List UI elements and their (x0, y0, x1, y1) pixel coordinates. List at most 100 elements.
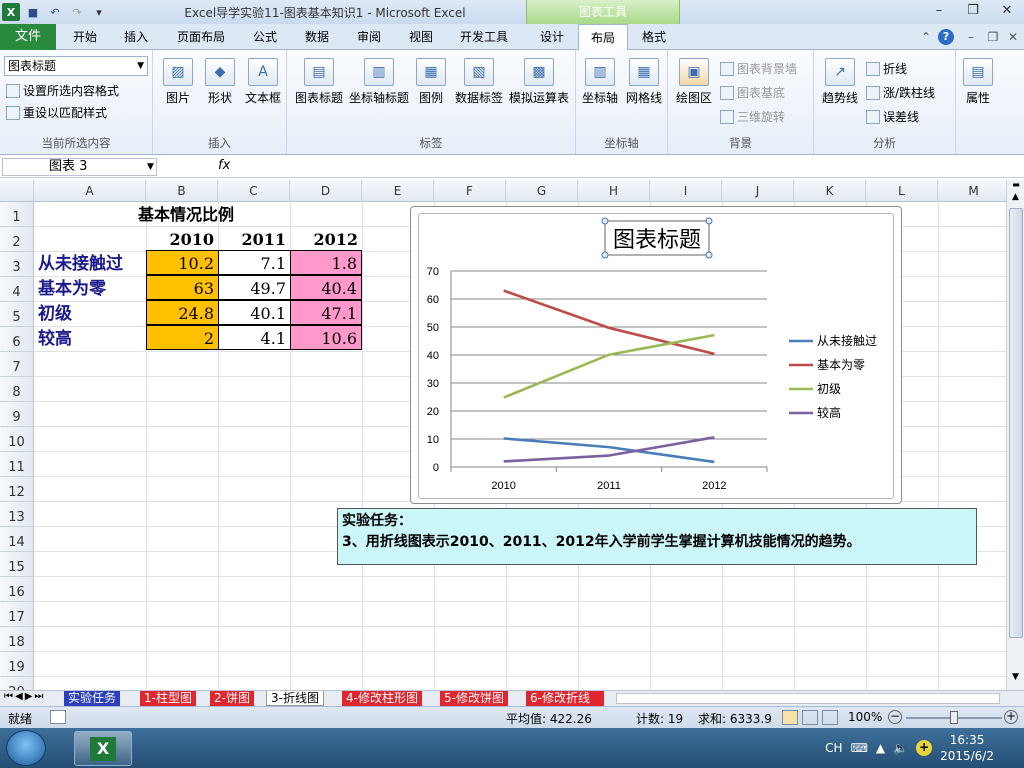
data-cell[interactable]: 63 (146, 275, 219, 300)
column-header[interactable]: F (434, 180, 506, 202)
row-header[interactable]: 10 (0, 427, 34, 452)
row-header[interactable]: 2 (0, 227, 34, 252)
sheet-tab[interactable]: 实验任务 (64, 691, 121, 706)
scroll-thumb[interactable] (1009, 208, 1023, 638)
lines-button[interactable]: 折线 (866, 60, 907, 77)
sheet-tab[interactable]: 6-修改折线 (526, 691, 604, 706)
column-header[interactable]: B (146, 180, 218, 202)
minimize-wb-icon[interactable]: – (962, 24, 980, 50)
column-header[interactable]: C (218, 180, 290, 202)
volume-icon[interactable]: 🔈 (893, 741, 908, 755)
column-header[interactable]: E (362, 180, 434, 202)
data-cell[interactable]: 24.8 (146, 300, 219, 325)
close-wb-icon[interactable]: ✕ (1004, 24, 1022, 50)
normal-view-icon[interactable] (782, 710, 798, 725)
chart-floor-button[interactable]: 图表基底 (720, 84, 785, 101)
chart-title-button[interactable]: ▤ 图表标题 (293, 58, 345, 106)
3d-rotation-button[interactable]: 三维旋转 (720, 108, 785, 125)
network-icon[interactable]: + (916, 740, 933, 756)
table-title[interactable]: 基本情况比例 (138, 202, 288, 227)
year-header[interactable]: 2011 (218, 227, 290, 252)
properties-button[interactable]: ▤ 属性 (960, 58, 996, 106)
tab-formulas[interactable]: 公式 (240, 24, 290, 50)
year-header[interactable]: 2010 (146, 227, 218, 252)
row-header[interactable]: 19 (0, 652, 34, 677)
insert-picture-button[interactable]: ▨ 图片 (161, 58, 195, 106)
chart-wall-button[interactable]: 图表背景墙 (720, 60, 797, 77)
sheet-tab[interactable]: 4-修改柱形图 (342, 691, 422, 706)
scroll-up-icon[interactable]: ▲ (1008, 192, 1023, 206)
row-header[interactable]: 8 (0, 377, 34, 402)
year-header[interactable]: 2012 (290, 227, 362, 252)
tab-format[interactable]: 格式 (632, 24, 676, 50)
sheet-tab[interactable]: 1-柱型图 (140, 691, 196, 706)
row-header[interactable]: 17 (0, 602, 34, 627)
sheet-tab[interactable]: 2-饼图 (210, 691, 254, 706)
clock[interactable]: 16:35 2015/6/2 (940, 732, 994, 764)
row-label[interactable]: 较高 (38, 327, 148, 352)
axes-button[interactable]: ▥ 坐标轴 (580, 58, 620, 106)
collapse-ribbon-icon[interactable]: ⌃ (918, 24, 934, 50)
column-header[interactable]: L (866, 180, 938, 202)
row-header[interactable]: 4 (0, 277, 34, 302)
row-header[interactable]: 7 (0, 352, 34, 377)
line-chart[interactable]: 0 10 20 30 40 50 60 70 2010 2011 2012 从未接触过 基本为零 初级 较高… (410, 206, 902, 504)
plot-area-button[interactable]: ▣ 绘图区 (672, 58, 716, 106)
tab-insert[interactable]: 插入 (112, 24, 160, 50)
customize-qat-icon[interactable]: ▾ (90, 3, 108, 21)
updown-bars-button[interactable]: 涨/跌柱线 (866, 84, 935, 101)
zoom-level[interactable]: 100% (848, 710, 882, 724)
data-cell[interactable]: 7.1 (218, 250, 291, 275)
row-label[interactable]: 基本为零 (38, 277, 148, 302)
page-layout-view-icon[interactable] (802, 710, 818, 725)
row-label[interactable]: 初级 (38, 302, 148, 327)
help-icon[interactable]: ? (938, 29, 954, 45)
tab-layout[interactable]: 布局 (578, 24, 628, 51)
zoom-in-icon[interactable]: + (1004, 710, 1018, 724)
insert-function-icon[interactable]: fx (218, 158, 230, 173)
horizontal-scrollbar[interactable] (616, 693, 1000, 704)
format-selection-button[interactable]: 设置所选内容格式 (6, 82, 119, 99)
insert-textbox-button[interactable]: A 文本框 (243, 58, 283, 106)
macro-record-icon[interactable] (50, 710, 66, 724)
zoom-out-icon[interactable]: − (888, 710, 902, 724)
data-cell[interactable]: 1.8 (290, 250, 362, 275)
language-indicator[interactable]: CH (825, 741, 842, 755)
chart-element-dropdown[interactable]: 图表标题 ▼ (4, 56, 148, 76)
row-header[interactable]: 14 (0, 527, 34, 552)
sheet-tab-active[interactable]: 3-折线图 (266, 691, 324, 706)
row-header[interactable]: 18 (0, 627, 34, 652)
tab-design[interactable]: 设计 (530, 24, 574, 50)
sheet-tab[interactable]: 5-修改饼图 (440, 691, 508, 706)
row-label[interactable]: 从未接触过 (38, 252, 148, 277)
row-header[interactable]: 16 (0, 577, 34, 602)
close-icon[interactable]: ✕ (990, 0, 1024, 24)
show-hidden-icons[interactable]: ▲ (876, 741, 885, 755)
column-header[interactable]: D (290, 180, 362, 202)
data-cell[interactable]: 10.6 (290, 325, 362, 350)
tab-developer[interactable]: 开发工具 (452, 24, 516, 50)
select-all-corner[interactable] (0, 180, 34, 202)
name-box[interactable]: 图表 3 ▼ (2, 158, 157, 176)
excel-icon[interactable]: X (2, 3, 20, 21)
column-header[interactable]: G (506, 180, 578, 202)
vertical-scrollbar[interactable]: ▬ ▲ ▼ (1006, 180, 1024, 690)
column-header[interactable]: K (794, 180, 866, 202)
row-header[interactable]: 15 (0, 552, 34, 577)
row-header[interactable]: 6 (0, 327, 34, 352)
tab-review[interactable]: 审阅 (344, 24, 394, 50)
row-header[interactable]: 13 (0, 502, 34, 527)
error-bars-button[interactable]: 误差线 (866, 108, 919, 125)
data-cell[interactable]: 47.1 (290, 300, 362, 325)
tab-file[interactable]: 文件 (0, 24, 56, 50)
tab-view[interactable]: 视图 (396, 24, 446, 50)
column-header[interactable]: H (578, 180, 650, 202)
insert-shapes-button[interactable]: ◆ 形状 (203, 58, 237, 106)
redo-icon[interactable]: ↷ (68, 3, 86, 21)
axis-titles-button[interactable]: ▥ 坐标轴标题 (347, 58, 411, 106)
save-icon[interactable]: ■ (24, 3, 42, 21)
restore-icon[interactable]: ❐ (956, 0, 990, 24)
tab-page-layout[interactable]: 页面布局 (168, 24, 234, 50)
tab-data[interactable]: 数据 (292, 24, 342, 50)
taskbar-excel-button[interactable]: X (74, 731, 132, 766)
